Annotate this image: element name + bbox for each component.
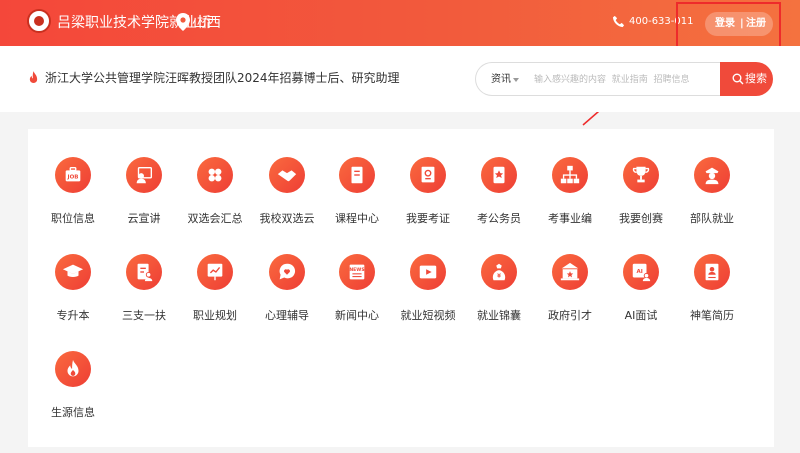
menu-item-label: 考事业编 (548, 212, 592, 225)
menu-item-label: 职业规划 (193, 309, 237, 322)
svg-text:NEWS: NEWS (349, 267, 364, 273)
org-chart-icon[interactable] (552, 157, 588, 193)
menu-item[interactable]: 就业短视频 (393, 226, 463, 322)
menu-item-label: 心理辅导 (265, 309, 309, 322)
menu-item[interactable]: 我要考证 (393, 129, 463, 225)
menu-item-label: 我要考证 (406, 212, 450, 225)
menu-item-label: 职位信息 (51, 212, 95, 225)
certificate-icon[interactable] (410, 157, 446, 193)
hot-news-icon (29, 71, 38, 84)
government-icon[interactable] (552, 254, 588, 290)
presenter-icon[interactable] (126, 157, 162, 193)
menu-item[interactable]: 心理辅导 (252, 226, 322, 322)
menu-item[interactable]: 生源信息 (38, 323, 108, 419)
menu-item[interactable]: AI AI面试 (606, 226, 676, 322)
grad-cap-icon[interactable] (55, 254, 91, 290)
menu-item-label: 双选会汇总 (187, 212, 243, 225)
book-icon[interactable] (339, 157, 375, 193)
menu-item[interactable]: 我要创赛 (606, 129, 676, 225)
search-button-label: 搜索 (745, 72, 767, 85)
document-person-icon[interactable] (126, 254, 162, 290)
menu-item-label: 云宣讲 (127, 212, 161, 225)
menu-item[interactable]: 政府引才 (535, 226, 605, 322)
menu-item[interactable]: 课程中心 (322, 129, 392, 225)
newspaper-icon[interactable]: NEWS (339, 254, 375, 290)
clover-icon[interactable] (197, 157, 233, 193)
menu-item-label: 三支一扶 (122, 309, 166, 322)
video-icon[interactable] (410, 254, 446, 290)
menu-item-label: 我校双选云 (259, 212, 315, 225)
menu-item[interactable]: 三支一扶 (109, 226, 179, 322)
menu-item[interactable]: NEWS 新闻中心 (322, 226, 392, 322)
menu-item-label: 生源信息 (51, 406, 95, 419)
flame-icon[interactable] (55, 351, 91, 387)
service-grid: JOB 职位信息 云宣讲 双选会汇总 我校双选云 课程中心 我要考证 考公务员 考事业编 我要创赛… (28, 129, 774, 447)
search-button[interactable]: 搜索 (720, 62, 773, 96)
menu-item-label: 考公务员 (477, 212, 521, 225)
search-field: 资讯 (475, 62, 720, 96)
ai-interview-icon[interactable]: AI (623, 254, 659, 290)
soldier-icon[interactable] (694, 157, 730, 193)
search-icon (732, 73, 744, 85)
svg-text:JOB: JOB (67, 175, 79, 181)
menu-item-label: 就业锦囊 (477, 309, 521, 322)
menu-item[interactable]: 职业规划 (180, 226, 250, 322)
menu-item[interactable]: 神笔简历 (677, 226, 747, 322)
menu-item[interactable]: 云宣讲 (109, 129, 179, 225)
handshake-icon[interactable] (269, 157, 305, 193)
search-type-select[interactable]: 资讯 (491, 74, 511, 86)
menu-item[interactable]: 考事业编 (535, 129, 605, 225)
svg-text:¥: ¥ (497, 274, 501, 280)
menu-item[interactable]: 我校双选云 (252, 129, 322, 225)
chevron-down-icon[interactable] (513, 78, 519, 82)
trophy-icon[interactable] (623, 157, 659, 193)
bag-icon[interactable]: ¥ (481, 254, 517, 290)
menu-item[interactable]: 考公务员 (464, 129, 534, 225)
menu-item-label: 专升本 (56, 309, 90, 322)
search-input[interactable] (534, 71, 714, 89)
chat-heart-icon[interactable] (269, 254, 305, 290)
resume-icon[interactable] (694, 254, 730, 290)
badge-icon[interactable] (481, 157, 517, 193)
menu-item[interactable]: 专升本 (38, 226, 108, 322)
search-bar: 资讯 搜索 (475, 62, 773, 96)
menu-item[interactable]: 双选会汇总 (180, 129, 250, 225)
menu-item-label: 我要创赛 (619, 212, 663, 225)
menu-item-label: 政府引才 (548, 309, 592, 322)
menu-item-label: 课程中心 (335, 212, 379, 225)
headline-news-link[interactable]: 浙江大学公共管理学院汪晖教授团队2024年招募博士后、研究助理 (45, 70, 400, 87)
chart-board-icon[interactable] (197, 254, 233, 290)
menu-item[interactable]: 部队就业 (677, 129, 747, 225)
headline-bar: 浙江大学公共管理学院汪晖教授团队2024年招募博士后、研究助理 资讯 搜索 (0, 46, 800, 112)
menu-item-label: 新闻中心 (335, 309, 379, 322)
menu-item-label: 神笔简历 (690, 309, 734, 322)
menu-item-label: 部队就业 (690, 212, 734, 225)
menu-item[interactable]: JOB 职位信息 (38, 129, 108, 225)
job-icon[interactable]: JOB (55, 157, 91, 193)
menu-item-label: 就业短视频 (400, 309, 456, 322)
svg-text:AI: AI (636, 269, 642, 275)
menu-item-label: AI面试 (624, 309, 658, 322)
menu-item[interactable]: ¥ 就业锦囊 (464, 226, 534, 322)
